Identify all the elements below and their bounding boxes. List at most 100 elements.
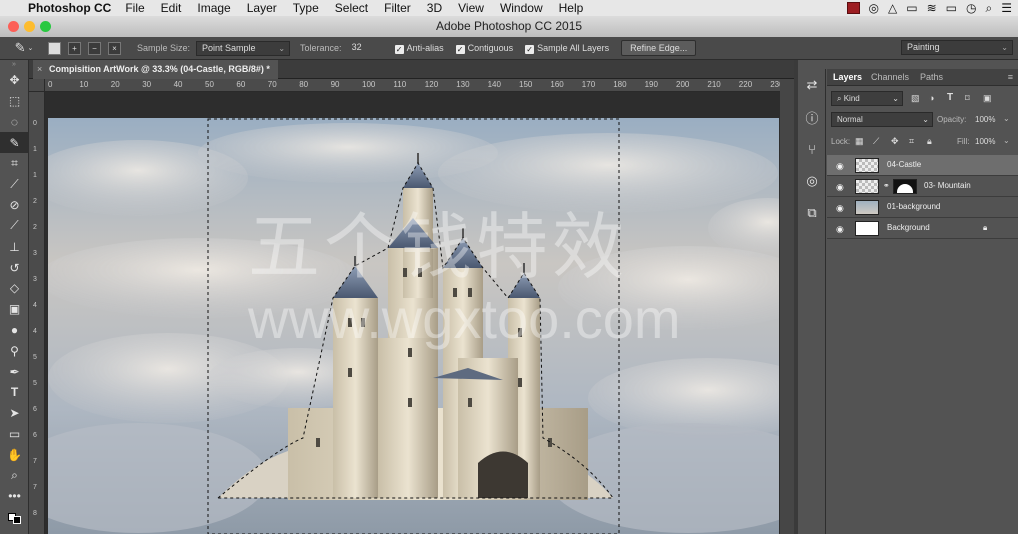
hand-tool-icon[interactable]: ✋ [0,444,29,465]
pen-tool-icon[interactable]: ✒ [0,361,29,382]
document-canvas[interactable]: 五个钱特效 www.wgxtoo.com [48,118,779,534]
visibility-eye-icon[interactable]: ◉ [836,182,844,193]
filter-type-icon[interactable]: T [947,92,953,103]
battery-icon[interactable]: ▭ [946,1,957,15]
menu-edit[interactable]: Edit [161,1,182,15]
ruler-origin[interactable] [29,79,45,92]
chevron-down-icon[interactable]: ⌄ [1003,136,1010,145]
crop-tool-icon[interactable]: ⌗ [0,153,29,174]
layer-filter-select[interactable]: ⌕ Kind ⌄ [831,91,903,106]
lock-pixels-icon[interactable]: ⟋ [873,136,879,147]
app-status-icon[interactable] [846,2,860,14]
layer-row[interactable]: ◉ 04-Castle [827,155,1018,176]
menu-help[interactable]: Help [559,1,584,15]
menu-select[interactable]: Select [335,1,368,15]
menu-image[interactable]: Image [197,1,230,15]
lock-transparency-icon[interactable]: ▦ [855,136,864,147]
workspace-select[interactable]: Painting ⌄ [901,40,1013,55]
zoom-window-button[interactable] [40,21,51,32]
color-swatches-icon[interactable] [0,507,29,528]
refine-edge-button[interactable]: Refine Edge... [621,40,697,56]
filter-pixel-icon[interactable]: ▧ [911,93,920,104]
mask-link-icon[interactable]: ⚭ [883,181,890,190]
visibility-eye-icon[interactable]: ◉ [836,161,844,172]
visibility-eye-icon[interactable]: ◉ [836,203,844,214]
gradient-tool-icon[interactable]: ▣ [0,299,29,320]
layer-row[interactable]: ◉ Background 🔒︎ [827,218,1018,239]
move-tool-icon[interactable]: ✥ [0,70,29,91]
intersect-selection-icon[interactable]: × [108,41,121,55]
rectangle-tool-icon[interactable]: ▭ [0,424,29,445]
type-tool-icon[interactable]: T [0,382,29,403]
magic-wand-tool-icon[interactable]: ✎ [0,132,29,154]
close-window-button[interactable] [8,21,19,32]
menu-view[interactable]: View [458,1,484,15]
history-brush-tool-icon[interactable]: ↺ [0,257,29,278]
new-selection-icon[interactable] [48,41,61,55]
chat-icon[interactable]: ▭ [906,1,917,15]
sample-all-layers-checkbox[interactable]: ✓ Sample All Layers [525,43,609,54]
eyedropper-tool-icon[interactable]: ⟋ [0,174,29,195]
tab-paths[interactable]: Paths [920,72,943,82]
wifi-icon[interactable]: ≋ [927,1,937,15]
chevron-down-icon[interactable]: ⌄ [1003,114,1010,123]
tab-channels[interactable]: Channels [871,72,909,82]
menu-type[interactable]: Type [293,1,319,15]
drive-icon[interactable]: △ [888,1,897,15]
path-selection-tool-icon[interactable]: ➤ [0,403,29,424]
history-panel-icon[interactable]: ⇄ [798,69,826,101]
layer-row[interactable]: ◉ 01-background [827,197,1018,218]
tab-layers[interactable]: Layers [833,72,862,82]
lasso-tool-icon[interactable]: ◌ [0,112,29,133]
menu-file[interactable]: File [125,1,144,15]
subtract-from-selection-icon[interactable]: − [88,41,101,55]
app-menu[interactable]: Photoshop CC [28,1,111,15]
minimize-window-button[interactable] [24,21,35,32]
menu-3d[interactable]: 3D [427,1,442,15]
close-tab-icon[interactable]: × [37,60,42,79]
clone-source-icon[interactable]: ⧉ [798,197,826,229]
anti-alias-checkbox[interactable]: ✓ Anti-alias [394,43,444,54]
opacity-value[interactable]: 100% [975,115,995,124]
document-tab[interactable]: × Compisition ArtWork @ 33.3% (04-Castle,… [33,60,278,79]
creative-cloud-library-icon[interactable]: ◎ [798,165,826,197]
filter-smart-object-icon[interactable]: ▣ [983,93,992,104]
menu-filter[interactable]: Filter [384,1,411,15]
fill-value[interactable]: 100% [975,137,995,146]
add-to-selection-icon[interactable]: + [68,41,81,55]
clock-icon[interactable]: ◷ [966,1,976,15]
brush-tool-icon[interactable]: ⟋ [0,216,29,237]
horizontal-ruler[interactable]: 0 10 20 30 40 50 60 70 80 90 100 110 120 130 140 150 160… [45,79,784,92]
spotlight-search-icon[interactable]: ⌕ [986,1,993,16]
panel-menu-icon[interactable]: ≡ [1008,72,1013,82]
tolerance-input[interactable]: 32 [346,40,383,56]
menu-window[interactable]: Window [500,1,543,15]
layer-row[interactable]: ◉ ⚭ 03- Mountain [827,176,1018,197]
filter-shape-icon[interactable]: ⌑ [965,93,970,104]
visibility-eye-icon[interactable]: ◉ [836,224,844,235]
sample-size-select[interactable]: Point Sample ⌄ [196,40,291,56]
creative-cloud-icon[interactable]: ◎ [869,1,879,15]
blend-mode-select[interactable]: Normal ⌄ [831,112,933,127]
dodge-tool-icon[interactable]: ⚲ [0,340,29,361]
lock-position-icon[interactable]: ✥ [891,136,899,147]
zoom-tool-icon[interactable]: ⌕ [0,465,29,486]
notification-list-icon[interactable]: ☰ [1001,1,1012,15]
vertical-scrollbar[interactable] [780,79,794,534]
collapse-icon[interactable]: » [0,60,28,70]
contiguous-checkbox[interactable]: ✓ Contiguous [455,43,513,54]
menu-layer[interactable]: Layer [247,1,277,15]
clone-stamp-tool-icon[interactable]: ⊥ [0,236,29,257]
blur-tool-icon[interactable]: ● [0,320,29,341]
info-panel-icon[interactable]: ⓘ [798,101,826,133]
brush-presets-icon[interactable]: ⑂ [798,133,826,165]
marquee-tool-icon[interactable]: ⬚ [0,91,29,112]
lock-all-icon[interactable]: 🔒︎ [927,136,932,147]
more-tools-icon[interactable]: ••• [0,486,29,507]
lock-artboard-icon[interactable]: ⌗ [909,136,914,147]
vertical-ruler[interactable]: 0 1 1 2 2 3 3 4 4 5 5 6 6 7 7 8 [29,92,45,534]
filter-adjustment-icon[interactable]: ◑ [929,93,934,103]
eraser-tool-icon[interactable]: ◇ [0,278,29,299]
magic-wand-preset-icon[interactable]: ✎ ⌄ [0,40,48,56]
healing-brush-tool-icon[interactable]: ⊘ [0,195,29,216]
